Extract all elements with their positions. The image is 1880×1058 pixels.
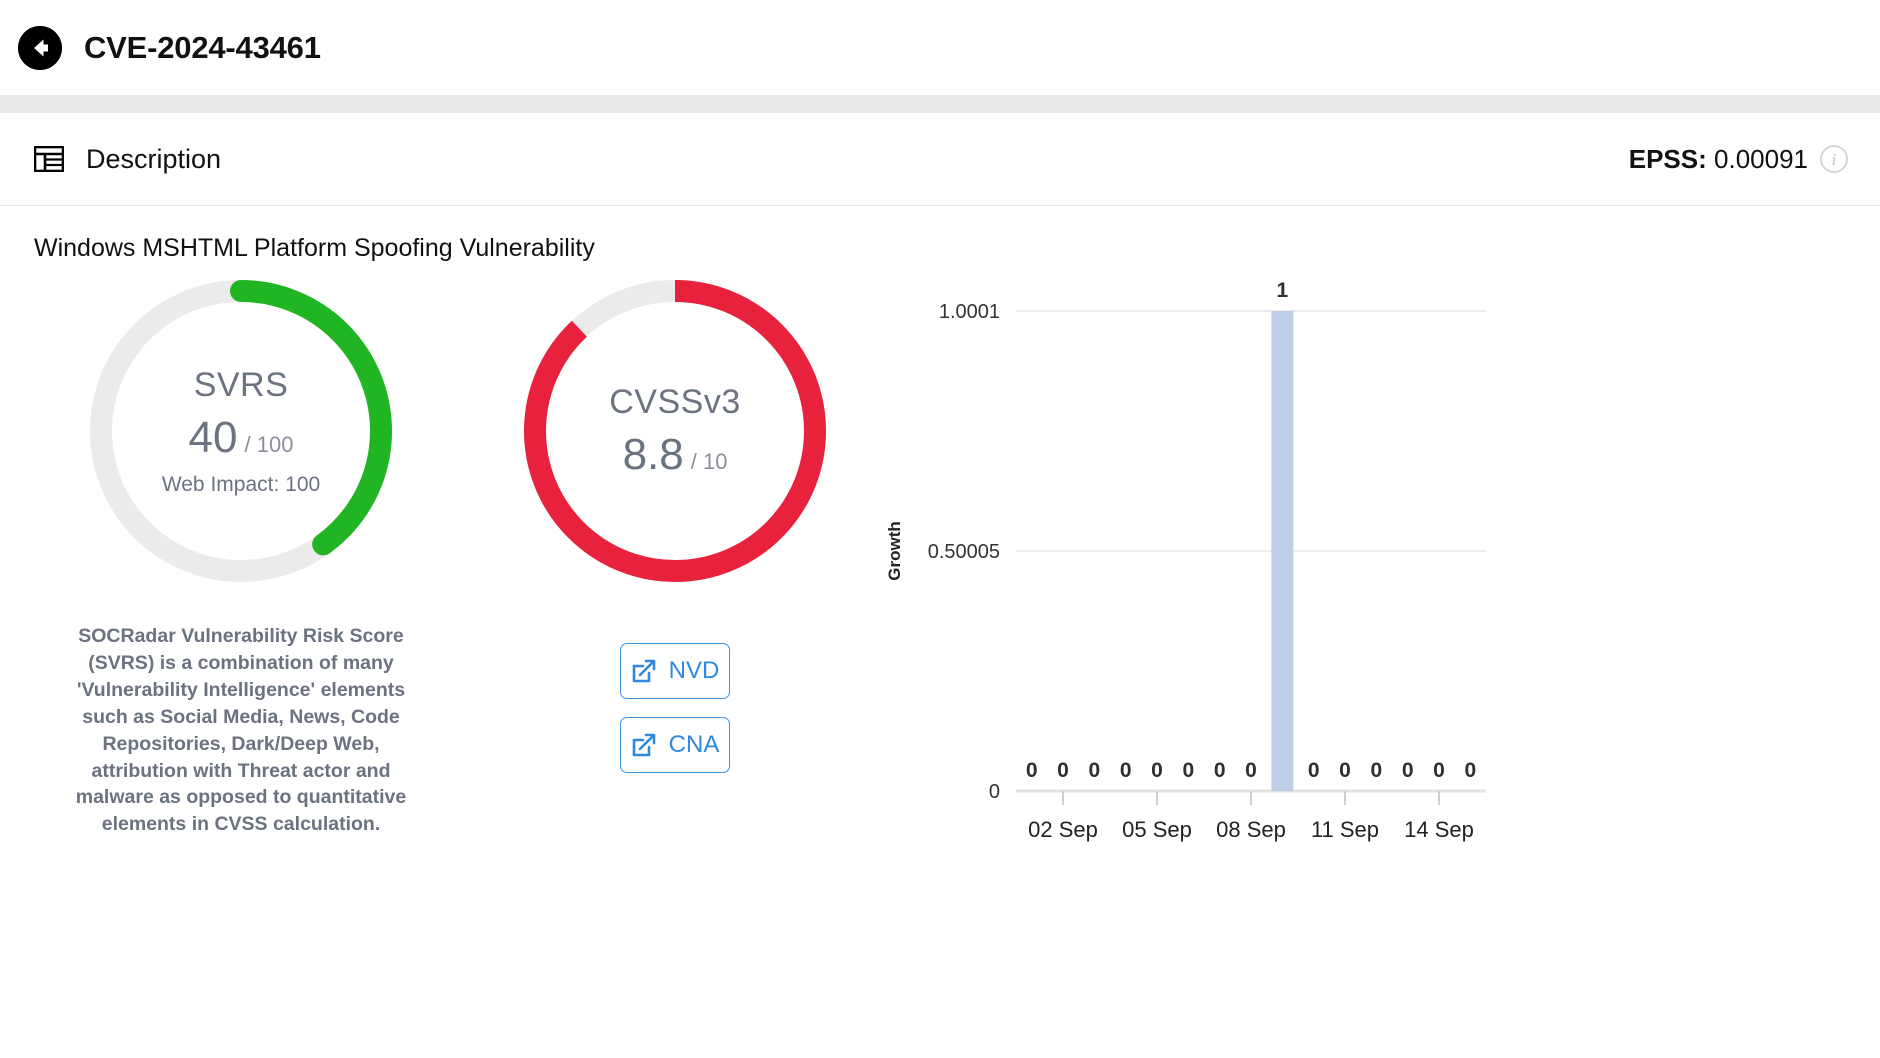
arrow-left-circle-icon bbox=[18, 25, 62, 70]
external-link-icon bbox=[631, 732, 657, 758]
cvss-gauge-column: CVSSv3 8.8 / 10 NVD CNA bbox=[504, 271, 846, 911]
svg-text:0: 0 bbox=[1151, 759, 1163, 782]
header-divider-band bbox=[0, 95, 1880, 113]
card-header-left: Description bbox=[34, 144, 221, 175]
svg-text:0: 0 bbox=[1433, 759, 1445, 782]
svg-text:0: 0 bbox=[1214, 759, 1226, 782]
nvd-button-label: NVD bbox=[668, 657, 720, 684]
cna-button[interactable]: CNA bbox=[620, 717, 730, 773]
svg-text:0: 0 bbox=[1088, 759, 1100, 782]
svg-text:0: 0 bbox=[1026, 759, 1038, 782]
svg-text:11 Sep: 11 Sep bbox=[1311, 817, 1379, 842]
section-title: Description bbox=[86, 143, 222, 174]
svg-text:1: 1 bbox=[1276, 279, 1288, 302]
svrs-description: SOCRadar Vulnerability Risk Score (SVRS)… bbox=[75, 625, 407, 836]
growth-chart-svg: Growth1.00010.5000500 0 0 0 0 0 0 010 0 0 0 0 002 Se… bbox=[885, 279, 1486, 842]
vulnerability-title: Windows MSHTML Platform Spoofing Vulnera… bbox=[34, 234, 595, 262]
svg-text:0: 0 bbox=[1120, 759, 1132, 782]
external-link-buttons: NVD CNA bbox=[620, 643, 730, 773]
svg-text:05 Sep: 05 Sep bbox=[1122, 817, 1192, 842]
nvd-button[interactable]: NVD bbox=[620, 643, 730, 699]
cna-button-label: CNA bbox=[668, 731, 720, 758]
epss-indicator: EPSS: 0.00091 i bbox=[1629, 144, 1848, 175]
cvss-gauge: CVSSv3 8.8 / 10 bbox=[504, 271, 846, 591]
svg-text:0: 0 bbox=[1057, 759, 1069, 782]
svg-text:0: 0 bbox=[1464, 759, 1476, 782]
svrs-gauge-column: SVRS 40 / 100 Web Impact: 100 SOCRadar V… bbox=[70, 271, 412, 911]
svg-text:0: 0 bbox=[1370, 759, 1382, 782]
card-header: Description EPSS: 0.00091 i bbox=[0, 113, 1880, 206]
score-gauges: SVRS 40 / 100 Web Impact: 100 SOCRadar V… bbox=[0, 271, 846, 911]
svg-text:0: 0 bbox=[989, 781, 1000, 803]
description-card: Description EPSS: 0.00091 i Windows MSHT… bbox=[0, 113, 1880, 1058]
svrs-gauge: SVRS 40 / 100 Web Impact: 100 bbox=[70, 271, 412, 591]
epss-label: EPSS: bbox=[1628, 143, 1707, 174]
page-header: CVE-2024-43461 bbox=[0, 0, 1880, 95]
svg-text:0: 0 bbox=[1402, 759, 1414, 782]
back-button[interactable] bbox=[18, 25, 62, 70]
epss-value: 0.00091 bbox=[1714, 143, 1808, 174]
svg-text:Growth: Growth bbox=[885, 521, 904, 581]
svg-text:02 Sep: 02 Sep bbox=[1028, 817, 1098, 842]
svg-text:0: 0 bbox=[1308, 759, 1320, 782]
content-row: SVRS 40 / 100 Web Impact: 100 SOCRadar V… bbox=[0, 263, 1880, 911]
info-icon[interactable]: i bbox=[1820, 145, 1848, 173]
table-list-icon bbox=[34, 146, 64, 172]
svg-text:14 Sep: 14 Sep bbox=[1404, 817, 1474, 842]
svg-text:0: 0 bbox=[1245, 759, 1257, 782]
page-title: CVE-2024-43461 bbox=[84, 29, 321, 65]
svg-text:0: 0 bbox=[1339, 759, 1351, 782]
external-link-icon bbox=[631, 658, 657, 684]
svg-text:08 Sep: 08 Sep bbox=[1216, 817, 1286, 842]
svg-text:1.0001: 1.0001 bbox=[939, 301, 1000, 323]
svg-text:0: 0 bbox=[1182, 759, 1194, 782]
growth-chart: Growth 1.0001 0.50005 0 0 0 0 0 0 0 0 0 1 0 0 0 0 0 0 02 Se… bbox=[876, 271, 1880, 911]
svg-text:0.50005: 0.50005 bbox=[928, 541, 1000, 563]
